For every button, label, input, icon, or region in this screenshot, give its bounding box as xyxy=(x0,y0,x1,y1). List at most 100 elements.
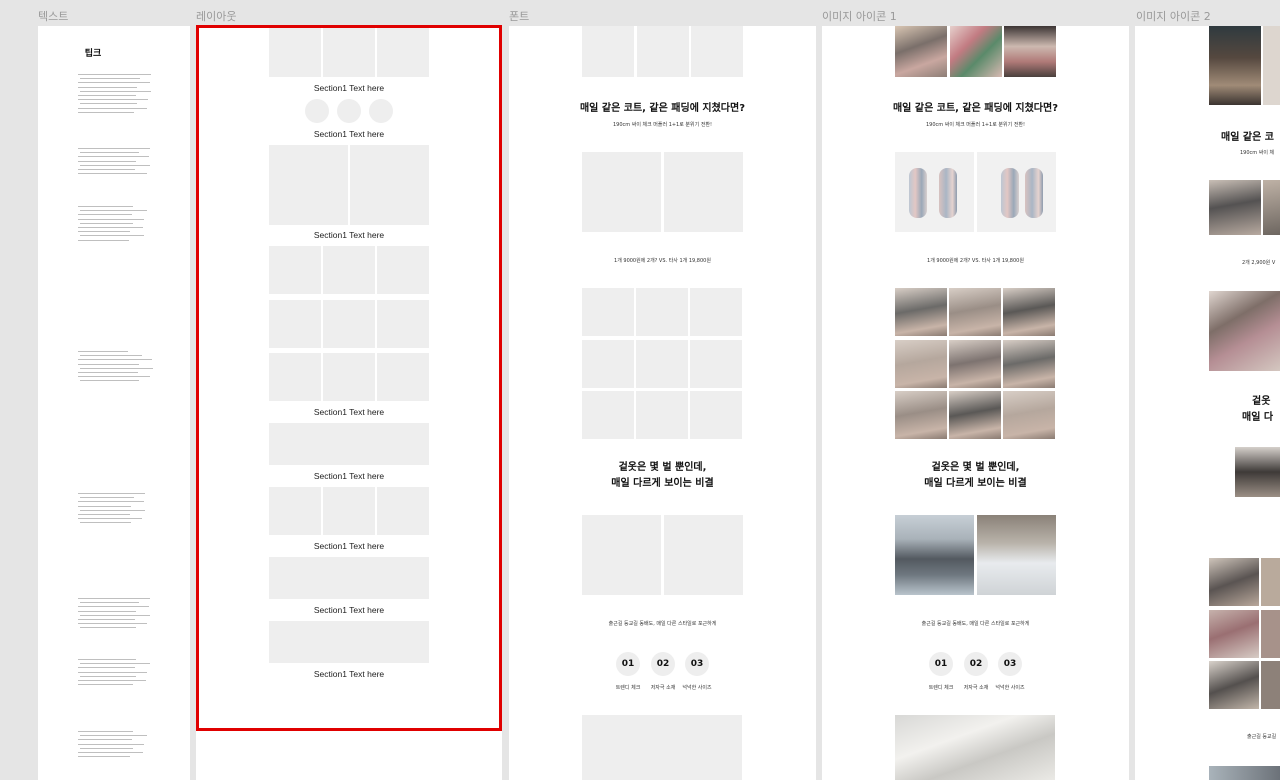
model-photo xyxy=(1209,661,1259,709)
img1-price-line: 1개 9000원에 2개? VS. 타사 1개 19,800원 xyxy=(927,258,1024,264)
text-line xyxy=(78,214,132,216)
section-caption: Section1 Text here xyxy=(313,541,385,551)
text-line xyxy=(78,363,139,365)
section-caption: Section1 Text here xyxy=(313,129,385,139)
text-line xyxy=(80,164,150,166)
model-photo xyxy=(1235,447,1280,497)
section-caption: Section1 Text here xyxy=(313,471,385,481)
step-number: 02 xyxy=(964,652,988,676)
model-photo xyxy=(1261,558,1280,606)
text-line xyxy=(80,627,136,629)
img2-sub-1: 190cm 싸이 체 xyxy=(1240,150,1275,156)
layout-placeholder xyxy=(269,145,348,225)
model-photo xyxy=(1209,26,1261,105)
knit-scarf-photo xyxy=(895,715,1055,780)
layout-placeholder xyxy=(323,26,375,77)
text-line xyxy=(80,78,140,80)
text-line xyxy=(78,376,150,378)
scarf-grid-photo xyxy=(1003,391,1055,439)
text-line xyxy=(80,735,147,737)
model-photo xyxy=(1263,26,1280,105)
img1-sub-2: 출근길 등교길 동배도, 매일 다른 스타일로 포근하게 xyxy=(921,621,1030,627)
font-placeholder xyxy=(582,391,634,439)
scarf-photo xyxy=(895,26,947,77)
step-label: 트렌디 체크 xyxy=(615,685,641,691)
frame-font[interactable]: 매일 같은 코트, 같은 패딩에 지쳤다면? 190cm 싸이 체크 머플러 1… xyxy=(509,26,816,780)
scarf-photo xyxy=(1004,26,1056,77)
text-line xyxy=(78,239,129,241)
step-number: 01 xyxy=(929,652,953,676)
font-placeholder xyxy=(582,340,634,388)
text-line xyxy=(78,743,144,745)
scarf-grid-photo xyxy=(949,340,1001,388)
frame-label-text[interactable]: 텍스트 xyxy=(38,8,68,24)
font-sub-2: 출근길 등교길 동배도, 매일 다른 스타일로 포근하게 xyxy=(608,621,717,627)
text-line xyxy=(78,160,136,162)
model-photo xyxy=(1209,180,1261,235)
layout-placeholder xyxy=(323,487,375,535)
text-line xyxy=(78,598,150,599)
text-line xyxy=(80,509,145,511)
frame-label-image-icon-2[interactable]: 이미지 아이콘 2 xyxy=(1136,8,1211,24)
font-placeholder xyxy=(636,340,688,388)
text-line xyxy=(80,367,153,369)
layout-placeholder xyxy=(377,26,429,77)
text-line xyxy=(78,752,143,753)
step-label: 넉넉한 사이즈 xyxy=(995,685,1025,691)
layout-placeholder xyxy=(269,353,321,401)
text-line xyxy=(80,522,131,524)
text-line xyxy=(78,107,147,109)
scarf-grid-photo xyxy=(949,288,1001,336)
scarf-grid-photo xyxy=(895,391,947,439)
text-line xyxy=(78,82,150,84)
layout-placeholder xyxy=(377,300,429,348)
text-line xyxy=(80,675,136,677)
model-photo xyxy=(1261,661,1280,709)
layout-placeholder xyxy=(377,353,429,401)
scarf-grid-photo xyxy=(895,288,947,336)
text-line xyxy=(78,505,131,507)
text-line xyxy=(78,227,143,228)
street-photo xyxy=(1209,766,1280,780)
img2-heading-2-line-1: 겉옷 xyxy=(1252,396,1271,407)
step-label: 트렌디 체크 xyxy=(928,685,954,691)
frame-layout[interactable]: Section1 Text here Section1 Text here Se… xyxy=(196,26,502,780)
font-placeholder xyxy=(636,391,688,439)
font-placeholder xyxy=(636,288,688,336)
scarf-photo xyxy=(950,26,1002,77)
step-number: 01 xyxy=(616,652,640,676)
layout-circle xyxy=(337,99,361,123)
scarf-product-photo xyxy=(895,152,974,232)
text-line xyxy=(78,518,142,520)
text-line xyxy=(78,206,133,207)
layout-placeholder xyxy=(323,353,375,401)
text-line xyxy=(78,739,132,741)
frame-label-image-icon-1[interactable]: 이미지 아이콘 1 xyxy=(822,8,897,24)
model-photo xyxy=(1209,558,1259,606)
font-placeholder xyxy=(637,26,689,77)
img1-heading-1: 매일 같은 코트, 같은 패딩에 지쳤다면? xyxy=(892,103,1058,114)
text-line xyxy=(80,663,150,665)
frame-image-icon-1[interactable]: 매일 같은 코트, 같은 패딩에 지쳤다면? 190cm 싸이 체크 머플러 1… xyxy=(822,26,1129,780)
text-line xyxy=(78,610,136,612)
font-placeholder xyxy=(690,288,742,336)
font-placeholder xyxy=(582,26,634,77)
img2-bottom-text: 출근길 등교길 xyxy=(1247,734,1277,740)
step-number: 03 xyxy=(685,652,709,676)
text-line xyxy=(78,95,136,96)
section-caption: Section1 Text here xyxy=(313,605,385,615)
frame-image-icon-2[interactable]: 매일 같은 코 190cm 싸이 체 2개 2,900원 V 겉옷 매일 다 출… xyxy=(1135,26,1280,780)
street-photo xyxy=(977,515,1056,595)
model-photo xyxy=(1209,291,1280,371)
frame-label-font[interactable]: 폰트 xyxy=(509,8,529,24)
text-line xyxy=(78,684,133,686)
frame-text[interactable]: 팁크 xyxy=(38,26,190,780)
frame-label-layout[interactable]: 레이아웃 xyxy=(196,8,236,24)
text-line xyxy=(78,731,133,732)
section-caption: Section1 Text here xyxy=(313,407,385,417)
img2-price-line: 2개 2,900원 V xyxy=(1242,260,1276,266)
text-line xyxy=(78,372,138,373)
text-frame-title: 팁크 xyxy=(84,49,102,59)
text-line xyxy=(78,111,134,113)
text-line xyxy=(78,680,146,681)
